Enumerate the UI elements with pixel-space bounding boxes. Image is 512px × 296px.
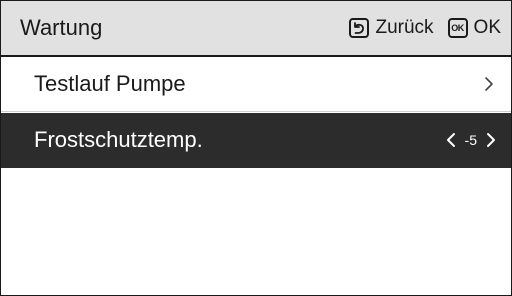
back-icon [349, 18, 370, 38]
chevron-left-icon[interactable] [445, 128, 457, 152]
back-button[interactable]: Zurück [349, 17, 434, 39]
maintenance-screen: Wartung Zurück OK OK Testlauf Pumpe Fros… [0, 0, 512, 296]
ok-icon: OK [447, 18, 468, 38]
header-bar: Wartung Zurück OK OK [1, 1, 511, 57]
menu-item-label: Frostschutztemp. [34, 127, 203, 152]
chevron-right-icon[interactable] [485, 128, 497, 152]
ok-label: OK [473, 17, 501, 38]
page-title: Wartung [20, 15, 103, 40]
chevron-right-icon [485, 77, 493, 91]
menu-item-frostschutztemp[interactable]: Frostschutztemp. -5 [1, 113, 511, 168]
stepper-value: -5 [464, 132, 477, 148]
header-actions: Zurück OK OK [349, 15, 501, 41]
back-label: Zurück [375, 17, 434, 38]
value-stepper[interactable]: -5 [445, 128, 497, 152]
menu-item-testlauf-pumpe[interactable]: Testlauf Pumpe [1, 57, 511, 112]
ok-button[interactable]: OK OK [447, 17, 501, 39]
menu-item-label: Testlauf Pumpe [34, 71, 186, 96]
